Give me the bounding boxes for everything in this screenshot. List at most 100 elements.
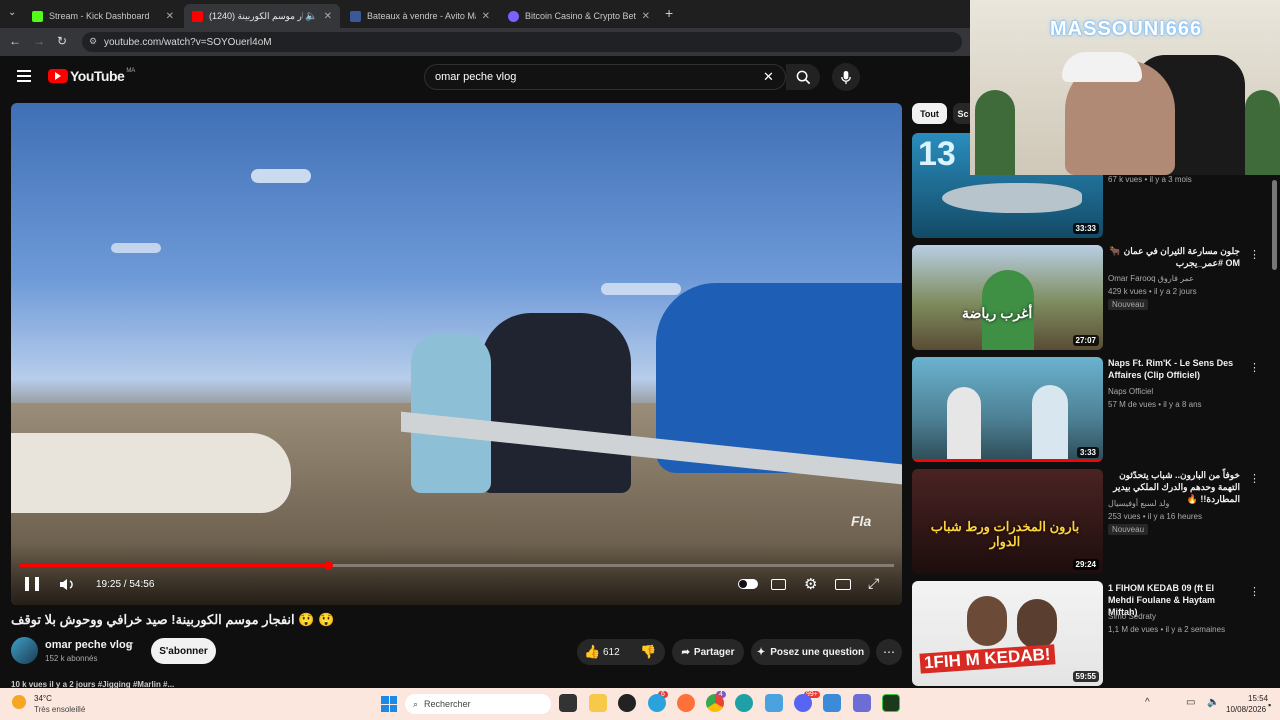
thumbnail-text: 13: [918, 135, 956, 173]
close-icon[interactable]: ✕: [642, 11, 650, 22]
start-button[interactable]: [381, 696, 397, 712]
more-options-icon[interactable]: ⋮: [1249, 472, 1260, 485]
more-options-icon[interactable]: ⋮: [1249, 361, 1260, 374]
video-title[interactable]: Naps Ft. Rim'K - Le Sens Des Affaires (C…: [1108, 357, 1240, 381]
tab-title: (1240) انفجار موسم الكوربينة: [209, 10, 303, 21]
youtube-logo[interactable]: YouTube MA: [48, 68, 135, 84]
fullscreen-icon[interactable]: ⤢: [868, 575, 879, 592]
share-label: Partager: [693, 646, 735, 658]
volume-icon[interactable]: 🔈: [1207, 697, 1219, 708]
video-thumbnail[interactable]: 1FIH M KEDAB! 59:55: [912, 581, 1103, 686]
close-icon[interactable]: ✕: [166, 11, 174, 22]
video-duration: 27:07: [1072, 335, 1099, 346]
new-badge: Nouveau: [1108, 524, 1149, 535]
chrome-icon[interactable]: [706, 694, 724, 712]
video-thumbnail[interactable]: أغرب رياضة 27:07: [912, 245, 1103, 350]
ask-question-button[interactable]: ✦ Posez une question: [751, 639, 870, 665]
scrollbar-thumb[interactable]: [1272, 180, 1277, 270]
settings-icon[interactable]: ⚙: [804, 575, 817, 593]
new-badge: Nouveau: [1108, 299, 1149, 310]
tab-avito[interactable]: Bateaux à vendre - Avito Maroc ✕: [342, 4, 498, 28]
tab-kick-dashboard[interactable]: Stream - Kick Dashboard ✕: [24, 4, 182, 28]
telegram-icon[interactable]: [648, 694, 666, 712]
more-options-icon[interactable]: ⋮: [1249, 585, 1260, 598]
phone-link-icon[interactable]: [853, 694, 871, 712]
task-view-icon[interactable]: [559, 694, 577, 712]
obs-icon[interactable]: [618, 694, 636, 712]
channel-name[interactable]: omar peche vlog: [45, 639, 132, 651]
site-info-icon[interactable]: ⚙: [89, 36, 97, 47]
avito-icon: [350, 10, 361, 22]
speaker-icon[interactable]: 🔈: [305, 11, 317, 22]
webcam-overlay: MASSOUNI666: [970, 0, 1280, 175]
remote-desktop-icon[interactable]: [765, 694, 783, 712]
person-shape: [1032, 385, 1068, 462]
forward-icon[interactable]: →: [33, 34, 45, 48]
pause-button[interactable]: [25, 577, 39, 591]
firefox-icon[interactable]: [677, 694, 695, 712]
tab-casino[interactable]: Bitcoin Casino & Crypto Betting ✕: [500, 4, 658, 28]
search-icon: ⌕: [413, 698, 419, 709]
channel-name[interactable]: ولد لسبع أوفيسيال: [1108, 498, 1169, 510]
autoplay-toggle[interactable]: [738, 579, 758, 589]
menu-icon[interactable]: [17, 70, 31, 82]
more-actions-button[interactable]: ⋯: [876, 639, 902, 665]
browser-tab-strip: ⌄ Stream - Kick Dashboard ✕ (1240) انفجا…: [0, 0, 970, 28]
discord-icon[interactable]: [794, 694, 812, 712]
description-peek[interactable]: 10 k vues il y a 2 jours #Jigging #Marli…: [11, 680, 902, 688]
more-options-icon[interactable]: ⋮: [1249, 248, 1260, 261]
tab-youtube[interactable]: (1240) انفجار موسم الكوربينة 🔈 ✕: [184, 4, 340, 28]
video-thumbnail[interactable]: 3:33: [912, 357, 1103, 462]
clear-search-icon[interactable]: ✕: [763, 69, 774, 85]
video-meta: 1,1 M de vues • il y a 2 semaines: [1108, 625, 1226, 634]
share-button[interactable]: ➦ Partager: [672, 639, 744, 665]
channel-name[interactable]: Simo Sedraty: [1108, 611, 1156, 623]
url-text: youtube.com/watch?v=SOYOuerl4oM: [104, 36, 272, 48]
file-explorer-icon[interactable]: [589, 694, 607, 712]
reload-icon[interactable]: ↻: [57, 34, 67, 48]
person-shape: [967, 596, 1007, 646]
time-display: 19:25 / 54:56: [96, 579, 155, 590]
video-player[interactable]: Fla 19:25 / 54:56 ⚙ ⤢: [11, 103, 902, 605]
subscribe-button[interactable]: S'abonner: [151, 638, 216, 664]
search-button[interactable]: [786, 64, 820, 90]
progress-track[interactable]: [19, 561, 894, 570]
theater-mode-icon[interactable]: [835, 579, 851, 590]
taskbar-search[interactable]: ⌕ Rechercher: [405, 694, 551, 714]
clock-time[interactable]: 15:54: [1248, 694, 1268, 703]
close-icon[interactable]: ✕: [482, 11, 490, 22]
plant-shape: [975, 90, 1015, 175]
weather-temp[interactable]: 34°C: [34, 694, 52, 703]
thumbnail-text: بارون المخدرات ورط شباب الدوار: [930, 519, 1080, 549]
channel-name[interactable]: Omar Farooq عمر فاروق: [1108, 273, 1194, 285]
chevron-up-icon[interactable]: ^: [1145, 697, 1150, 708]
edge-icon[interactable]: [735, 694, 753, 712]
close-icon[interactable]: ✕: [324, 11, 332, 22]
youtube-icon: [192, 10, 203, 22]
tab-search-icon[interactable]: ⌄: [8, 7, 16, 18]
network-icon[interactable]: ▭: [1186, 697, 1195, 708]
channel-avatar[interactable]: [11, 637, 38, 664]
voice-search-button[interactable]: [832, 63, 860, 91]
casino-icon: [508, 10, 519, 22]
search-input[interactable]: omar peche vlog ✕: [424, 64, 786, 90]
new-tab-button[interactable]: +: [665, 5, 673, 21]
video-title[interactable]: جلون مسارعة الثيران في عمان 🐂 OM #عمر_يج…: [1108, 245, 1240, 269]
tab-title: Stream - Kick Dashboard: [49, 11, 150, 21]
back-icon[interactable]: ←: [9, 34, 21, 48]
video-thumbnail[interactable]: بارون المخدرات ورط شباب الدوار 29:24: [912, 469, 1103, 574]
channel-name[interactable]: Naps Officiel: [1108, 386, 1153, 398]
thumbs-down-icon[interactable]: 👎: [640, 644, 656, 660]
sparkle-icon: ✦: [756, 646, 766, 658]
weather-desc[interactable]: Très ensoleillé: [34, 705, 85, 714]
volume-icon[interactable]: [59, 577, 75, 592]
thumbs-up-icon[interactable]: 👍: [584, 644, 600, 660]
clock-date[interactable]: 10/08/2026: [1226, 705, 1266, 714]
address-bar[interactable]: ⚙ youtube.com/watch?v=SOYOuerl4oM: [82, 32, 962, 52]
cloud-shape: [251, 169, 311, 183]
notifications-icon[interactable]: ▪: [1268, 700, 1271, 710]
snipping-tool-icon[interactable]: [823, 694, 841, 712]
terminal-icon[interactable]: [882, 694, 900, 712]
filter-chip-all[interactable]: Tout: [912, 103, 947, 124]
subtitles-icon[interactable]: [771, 579, 786, 590]
